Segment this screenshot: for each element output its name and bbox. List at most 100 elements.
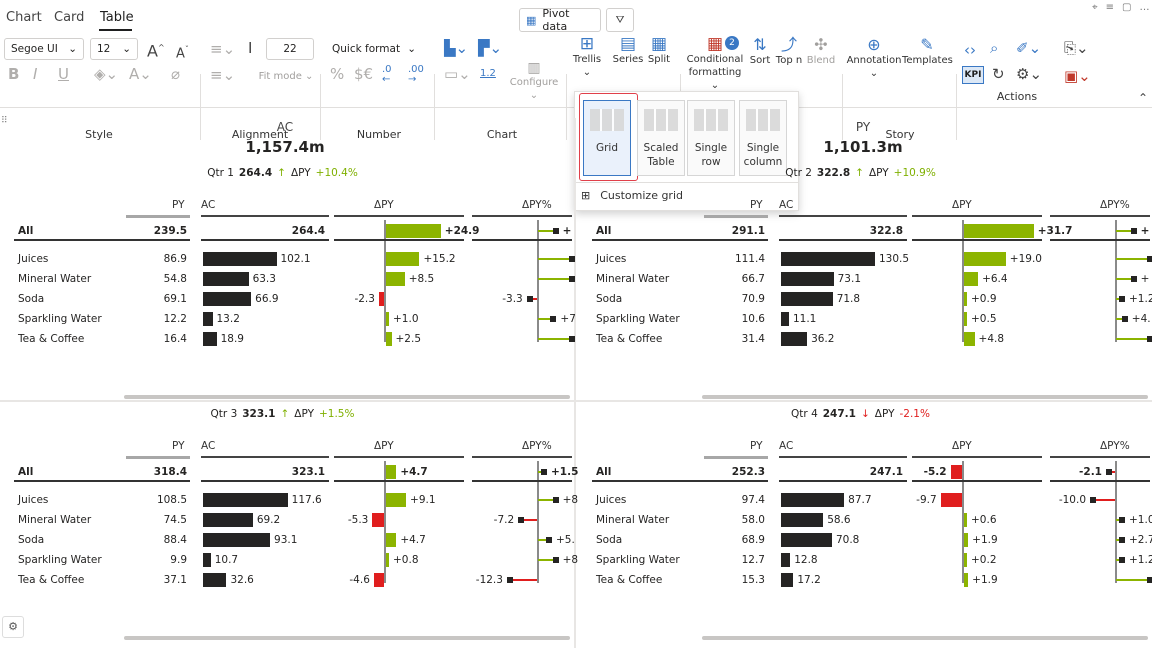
column-header-dpy[interactable]: ΔPY	[952, 440, 972, 452]
row-label[interactable]: Mineral Water	[596, 514, 669, 526]
paint-icon[interactable]: ✐⌄	[1016, 40, 1041, 56]
chart-layout-icon[interactable]: ▛⌄	[478, 40, 502, 56]
column-header-dpy-percent[interactable]: ΔPY%	[522, 440, 552, 452]
bold-icon[interactable]: B	[8, 66, 19, 82]
row-label[interactable]: Juices	[596, 494, 626, 506]
column-header-ac[interactable]: AC	[779, 440, 793, 452]
underline-icon[interactable]: U	[58, 66, 69, 82]
configure-button[interactable]: ▥ Configure ⌄	[508, 61, 560, 102]
column-header-dpy-percent[interactable]: ΔPY%	[1100, 440, 1130, 452]
row-label[interactable]: Tea & Coffee	[596, 333, 662, 345]
series-button[interactable]: ▤ Series	[612, 36, 644, 66]
row-label[interactable]: Mineral Water	[18, 273, 91, 285]
shrink-font-icon[interactable]: Aˇ	[176, 42, 189, 62]
sort-button[interactable]: ⇅ Sort	[748, 37, 772, 67]
row-label[interactable]: All	[596, 225, 611, 237]
panel-scrollbar[interactable]	[702, 395, 1148, 399]
row-label[interactable]: Soda	[596, 534, 622, 546]
column-header-dpy-percent[interactable]: ΔPY%	[522, 199, 552, 211]
settings-icon[interactable]: ⚙⌄	[1016, 66, 1042, 82]
indent-icon[interactable]: Ⅰ	[248, 40, 252, 56]
tab-table[interactable]: Table	[100, 10, 134, 25]
column-header-ac[interactable]: AC	[201, 440, 215, 452]
search-icon[interactable]: ⌕	[990, 40, 998, 56]
decrease-decimal-icon[interactable]: .0 ←	[382, 65, 392, 85]
column-header-py[interactable]: PY	[172, 199, 185, 211]
font-name-select[interactable]: Segoe UI ⌄	[4, 38, 84, 60]
row-label[interactable]: Sparkling Water	[18, 554, 102, 566]
settings-corner-icon[interactable]: ⚙	[2, 616, 24, 638]
italic-icon[interactable]: I	[33, 66, 37, 82]
align-left-icon[interactable]: ≡⌄	[210, 41, 235, 57]
column-header-dpy[interactable]: ΔPY	[374, 199, 394, 211]
export-icon[interactable]: ⎘⌄	[1064, 40, 1089, 56]
row-label[interactable]: Soda	[18, 293, 44, 305]
trellis-option-scaled-table[interactable]: Scaled Table	[637, 100, 685, 176]
drag-handle-icon[interactable]: ⠿	[1, 116, 8, 126]
code-icon[interactable]: ‹›	[964, 42, 976, 58]
chart-gap-icon[interactable]: ▭⌄	[444, 66, 471, 82]
indent-input[interactable]: 22	[266, 38, 314, 60]
column-header-py[interactable]: PY	[750, 199, 763, 211]
column-header-dpy-percent[interactable]: ΔPY%	[1100, 199, 1130, 211]
trellis-option-single-column[interactable]: Single column	[739, 100, 787, 176]
tab-card[interactable]: Card	[54, 10, 84, 25]
row-label[interactable]: Mineral Water	[596, 273, 669, 285]
column-header-py[interactable]: PY	[750, 440, 763, 452]
row-label[interactable]: Sparkling Water	[596, 554, 680, 566]
row-label[interactable]: Juices	[18, 253, 48, 265]
menu-icon[interactable]: ≡	[1106, 2, 1122, 13]
font-color-icon[interactable]: A⌄	[129, 66, 152, 82]
font-size-select[interactable]: 12 ⌄	[90, 38, 138, 60]
top-n-button[interactable]: ⤴ Top n	[774, 37, 804, 67]
grow-font-icon[interactable]: A^	[147, 40, 165, 59]
refresh-icon[interactable]: ↻	[992, 66, 1005, 82]
pdf-icon[interactable]: ▣⌄	[1064, 68, 1091, 84]
customize-grid-item[interactable]: ⊞ Customize grid	[581, 189, 683, 202]
row-label[interactable]: All	[596, 466, 611, 478]
tab-chart[interactable]: Chart	[6, 10, 42, 25]
row-label[interactable]: All	[18, 225, 33, 237]
row-label[interactable]: Sparkling Water	[18, 313, 102, 325]
row-label[interactable]: Sparkling Water	[596, 313, 680, 325]
fill-color-icon[interactable]: ◈⌄	[94, 66, 118, 82]
panel-scrollbar[interactable]	[124, 636, 570, 640]
column-header-py[interactable]: PY	[172, 440, 185, 452]
chart-type-icon[interactable]: ▙⌄	[444, 40, 468, 56]
split-button[interactable]: ▦ Split	[646, 36, 672, 66]
column-header-ac[interactable]: AC	[779, 199, 793, 211]
row-label[interactable]: Tea & Coffee	[18, 333, 84, 345]
percent-icon[interactable]: %	[330, 66, 344, 82]
fit-mode-button[interactable]: Fit mode ⌄	[258, 70, 314, 83]
kpi-button[interactable]: KPI	[962, 66, 984, 84]
pivot-data-button[interactable]: ▦ Pivot data	[519, 7, 601, 33]
panel-scrollbar[interactable]	[124, 395, 570, 399]
trellis-option-single-row[interactable]: Single row	[687, 100, 735, 176]
valign-icon[interactable]: ≡⌄	[210, 67, 235, 83]
panel-scrollbar[interactable]	[702, 636, 1148, 640]
currency-icon[interactable]: $€	[354, 66, 373, 82]
increase-decimal-icon[interactable]: .00 →	[408, 65, 424, 85]
expand-icon[interactable]: ▢	[1122, 2, 1139, 13]
row-label[interactable]: All	[18, 466, 33, 478]
column-header-dpy[interactable]: ΔPY	[952, 199, 972, 211]
pin-icon[interactable]: ⌖	[1092, 2, 1106, 13]
column-header-dpy[interactable]: ΔPY	[374, 440, 394, 452]
row-label[interactable]: Soda	[596, 293, 622, 305]
row-label[interactable]: Juices	[596, 253, 626, 265]
filter-button[interactable]: ⛛	[606, 8, 634, 32]
templates-button[interactable]: ✎ Templates	[902, 37, 953, 67]
row-label[interactable]: Soda	[18, 534, 44, 546]
row-label[interactable]: Juices	[18, 494, 48, 506]
row-label[interactable]: Tea & Coffee	[18, 574, 84, 586]
trellis-button[interactable]: ⊞ Trellis ⌄	[570, 36, 604, 79]
more-icon[interactable]: …	[1139, 2, 1152, 13]
number-scale-icon[interactable]: 1.2	[480, 66, 496, 82]
column-header-ac[interactable]: AC	[201, 199, 215, 211]
row-label[interactable]: Mineral Water	[18, 514, 91, 526]
clear-format-icon[interactable]: ⌀	[171, 66, 180, 82]
annotation-button[interactable]: ⊕ Annotation ⌄	[846, 37, 902, 80]
quick-format-select[interactable]: Quick format ⌄	[326, 38, 422, 60]
blend-button[interactable]: ✣ Blend	[806, 37, 836, 67]
row-label[interactable]: Tea & Coffee	[596, 574, 662, 586]
